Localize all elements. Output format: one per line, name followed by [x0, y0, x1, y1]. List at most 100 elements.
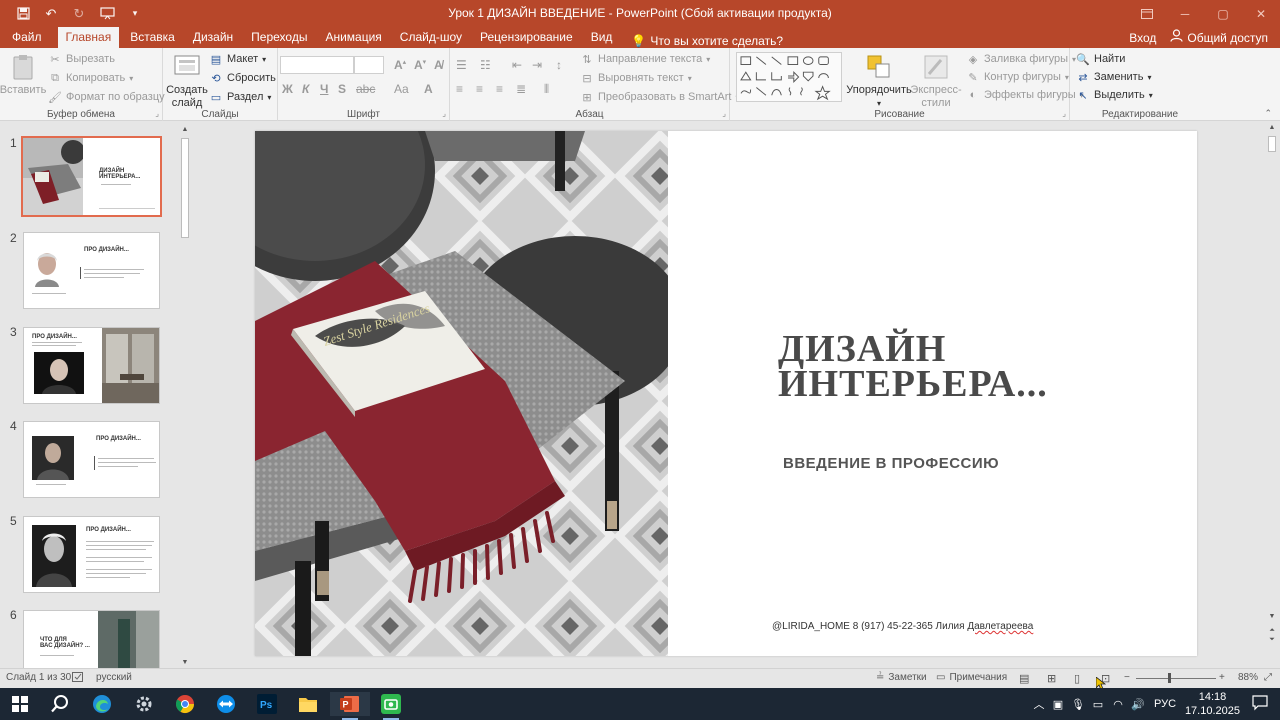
- start-slideshow-icon[interactable]: [94, 3, 120, 25]
- replace-button[interactable]: ⇄ Заменить ▾: [1076, 70, 1151, 84]
- shapes-gallery[interactable]: [736, 52, 842, 102]
- shape-fill-button[interactable]: ◈ Заливка фигуры ▾: [966, 52, 1076, 66]
- close-icon[interactable]: ✕: [1242, 0, 1280, 27]
- font-color-icon[interactable]: A: [424, 82, 433, 96]
- increase-font-icon[interactable]: A▴: [394, 58, 406, 72]
- convert-smartart-button[interactable]: ⊞ Преобразовать в SmartArt ▾: [580, 90, 739, 104]
- slide-thumbnail-3[interactable]: ПРО ДИЗАЙН...: [23, 327, 160, 404]
- fit-slide-icon[interactable]: ⤢: [1264, 672, 1272, 683]
- slide-thumbnail-4[interactable]: ПРО ДИЗАЙН...: [23, 421, 160, 498]
- microphone-icon[interactable]: 🎙: [1068, 698, 1088, 711]
- slide-thumbnail-5[interactable]: ПРО ДИЗАЙН...: [23, 516, 160, 593]
- tab-view[interactable]: Вид: [582, 27, 622, 48]
- zoom-slider-handle[interactable]: [1168, 673, 1171, 683]
- layout-button[interactable]: ▤ Макет ▾: [209, 52, 266, 66]
- font-size-combo[interactable]: [354, 56, 384, 74]
- redo-icon[interactable]: ↻: [66, 3, 92, 25]
- prev-next-slide-icons[interactable]: ⏶ ⏷: [1266, 626, 1278, 644]
- windows-start-icon[interactable]: [0, 692, 40, 716]
- cut-button[interactable]: ✂ Вырезать: [48, 52, 115, 66]
- ribbon-display-options-icon[interactable]: [1128, 0, 1166, 27]
- reading-view-icon[interactable]: ▯: [1074, 672, 1080, 685]
- slide-thumbnail-1[interactable]: ДИЗАЙН ИНТЕРЬЕРА...: [21, 136, 162, 217]
- minimize-icon[interactable]: ─: [1166, 0, 1204, 27]
- justify-icon[interactable]: ≣: [516, 82, 526, 96]
- text-direction-button[interactable]: ⇅ Направление текста ▾: [580, 52, 710, 66]
- select-button[interactable]: ↖ Выделить ▾: [1076, 88, 1152, 102]
- save-icon[interactable]: [10, 3, 36, 25]
- slide-sorter-icon[interactable]: ⊞: [1047, 672, 1056, 685]
- underline-icon[interactable]: Ч: [320, 82, 328, 96]
- sign-in-link[interactable]: Вход: [1119, 28, 1166, 48]
- edge-browser-icon[interactable]: [82, 692, 122, 716]
- align-right-icon[interactable]: ≡: [496, 82, 503, 96]
- scroll-down-icon[interactable]: ▼: [1266, 613, 1278, 620]
- input-language[interactable]: РУС: [1148, 698, 1182, 710]
- new-slide-button[interactable]: Создать слайд: [166, 52, 208, 110]
- numbering-icon[interactable]: ☷: [480, 58, 491, 72]
- strikethrough-icon[interactable]: abc: [356, 82, 375, 96]
- thumbnails-scrollbar[interactable]: ▲ ▼: [179, 126, 191, 666]
- slide-title[interactable]: ДИЗАЙН ИНТЕРЬЕРА...: [778, 330, 1048, 403]
- line-spacing-icon[interactable]: ↕: [556, 58, 562, 72]
- show-hidden-icons-chevron-icon[interactable]: ︿: [1030, 696, 1048, 712]
- decrease-font-icon[interactable]: A▾: [414, 58, 426, 72]
- spellcheck-icon[interactable]: [72, 672, 84, 683]
- increase-indent-icon[interactable]: ⇥: [532, 58, 542, 72]
- format-painter-button[interactable]: 🖌 Формат по образцу: [48, 90, 165, 104]
- search-icon[interactable]: [40, 692, 80, 716]
- clear-formatting-icon[interactable]: A̸: [434, 58, 443, 72]
- tab-transitions[interactable]: Переходы: [242, 27, 316, 48]
- dialog-launcher-icon[interactable]: ⌟: [1062, 109, 1066, 118]
- scroll-up-icon[interactable]: ▲: [1266, 124, 1278, 131]
- powerpoint-taskbar-icon[interactable]: P: [330, 692, 370, 720]
- volume-icon[interactable]: 🔊: [1128, 698, 1148, 711]
- greenshot-app-icon[interactable]: [371, 692, 411, 720]
- shadow-icon[interactable]: S: [338, 82, 346, 96]
- maximize-icon[interactable]: ▢: [1204, 0, 1242, 27]
- slide-contacts[interactable]: @LIRIDA_HOME 8 (917) 45-22-365 Лилия Дав…: [772, 621, 1033, 632]
- settings-gear-icon[interactable]: [124, 692, 164, 716]
- teamviewer-icon[interactable]: [206, 692, 246, 716]
- undo-icon[interactable]: ↶: [38, 3, 64, 25]
- tab-design[interactable]: Дизайн: [184, 27, 242, 48]
- align-text-button[interactable]: ⊟ Выровнять текст ▾: [580, 71, 691, 85]
- battery-icon[interactable]: ▭: [1088, 698, 1108, 711]
- customize-toolbar-icon[interactable]: ▾: [122, 3, 148, 25]
- notes-button[interactable]: ≟ Заметки: [876, 672, 927, 683]
- dialog-launcher-icon[interactable]: ⌟: [722, 109, 726, 118]
- language-indicator[interactable]: русский: [96, 672, 132, 683]
- meet-now-icon[interactable]: ▣: [1048, 698, 1068, 711]
- comments-button[interactable]: ▭ Примечания: [936, 672, 1007, 683]
- decrease-indent-icon[interactable]: ⇤: [512, 58, 522, 72]
- scrollbar-thumb[interactable]: [181, 138, 189, 238]
- scroll-down-icon[interactable]: ▼: [179, 659, 191, 666]
- zoom-out-icon[interactable]: −: [1124, 672, 1130, 683]
- align-center-icon[interactable]: ≡: [476, 82, 483, 96]
- normal-view-icon[interactable]: ▤: [1019, 672, 1029, 685]
- dialog-launcher-icon[interactable]: ⌟: [442, 109, 446, 118]
- chrome-browser-icon[interactable]: [165, 692, 205, 716]
- scroll-up-icon[interactable]: ▲: [179, 126, 191, 133]
- notifications-icon[interactable]: [1252, 695, 1268, 714]
- collapse-ribbon-icon[interactable]: ⌃: [1264, 108, 1272, 119]
- zoom-slider[interactable]: [1136, 678, 1216, 679]
- tab-home[interactable]: Главная: [57, 27, 120, 48]
- slide-scrollbar[interactable]: ▲ ▼: [1266, 122, 1278, 622]
- paste-button[interactable]: Вставить: [0, 52, 46, 97]
- shape-effects-button[interactable]: ◐ Эффекты фигуры ▾: [966, 88, 1084, 102]
- arrange-button[interactable]: Упорядочить ▾: [846, 52, 912, 110]
- tab-file[interactable]: Файл: [0, 27, 56, 48]
- file-explorer-icon[interactable]: [288, 692, 328, 716]
- section-button[interactable]: ▭ Раздел ▾: [209, 90, 272, 104]
- scrollbar-thumb[interactable]: [1268, 136, 1276, 152]
- slide-subtitle[interactable]: ВВЕДЕНИЕ В ПРОФЕССИЮ: [783, 455, 999, 472]
- quick-styles-button[interactable]: Экспресс- стили: [910, 52, 962, 110]
- bold-icon[interactable]: Ж: [282, 82, 293, 96]
- tab-animations[interactable]: Анимация: [316, 27, 390, 48]
- dialog-launcher-icon[interactable]: ⌟: [155, 109, 159, 118]
- find-button[interactable]: 🔍 Найти: [1076, 52, 1125, 66]
- zoom-level[interactable]: 88%: [1238, 672, 1258, 683]
- taskbar-clock[interactable]: 14:18 17.10.2025: [1185, 690, 1240, 718]
- shape-outline-button[interactable]: ✎ Контур фигуры ▾: [966, 70, 1069, 84]
